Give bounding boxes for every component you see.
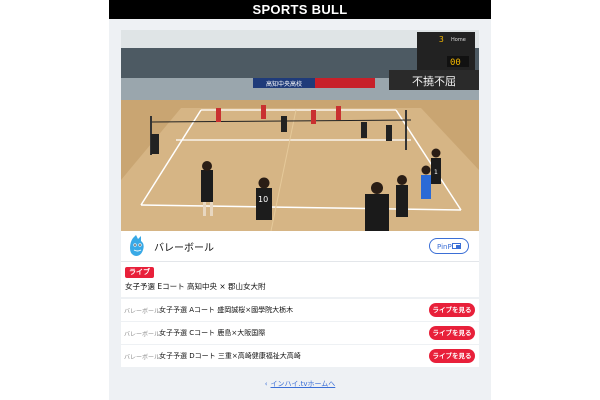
score-away: 00 [450, 58, 461, 68]
player [396, 185, 408, 217]
home-link[interactable]: ‹ インハイ.tvホームへ [109, 379, 491, 389]
player [201, 170, 213, 202]
player [336, 106, 341, 120]
scoreboard-label: Home [451, 37, 466, 43]
player-head [258, 177, 270, 189]
player [216, 108, 221, 122]
player-leg [203, 202, 206, 216]
player-leg [210, 202, 213, 216]
video-player[interactable]: 高知中央高校 不撓不屈 Home 3 00 10 1 [121, 30, 479, 231]
jersey-number: 10 [258, 195, 268, 204]
match-sport: バレーボール [124, 308, 161, 315]
pip-button[interactable]: PinP [429, 238, 469, 254]
match-row[interactable]: バレーボール 女子予選 Cコート 鹿島×大阪国際 ライブを見る [121, 322, 479, 344]
player-10 [256, 188, 272, 220]
site-header: SPORTS BULL [109, 0, 491, 19]
pip-label: PinP [437, 243, 452, 251]
home-link-label[interactable]: インハイ.tvホームへ [271, 380, 336, 388]
sport-card: バレーボール PinP [121, 231, 479, 262]
mascot-icon [130, 235, 144, 256]
brand-logo[interactable]: SPORTS BULL [252, 2, 347, 17]
chevron-left-icon: ‹ [264, 380, 268, 388]
player [386, 125, 392, 141]
player [151, 134, 159, 154]
match-sport: バレーボール [124, 354, 161, 361]
coach-head [371, 182, 383, 194]
video-frame: 高知中央高校 不撓不屈 Home 3 00 10 1 [121, 30, 479, 231]
player [281, 116, 287, 132]
score-home: 3 [439, 35, 444, 44]
player [311, 110, 316, 124]
player [361, 122, 367, 138]
banner-mid [315, 78, 375, 88]
match-row[interactable]: バレーボール 女子予選 Dコート 三重×高崎健康福祉大高崎 ライブを見る [121, 345, 479, 367]
banner-left-text: 高知中央高校 [266, 80, 302, 88]
live-badge: ライブ [125, 267, 154, 278]
match-title[interactable]: 女子予選 Cコート 鹿島×大阪国際 [159, 328, 265, 338]
live-match-title[interactable]: 女子予選 Eコート 高知中央 × 郡山女大附 [125, 281, 266, 292]
match-sport: バレーボール [124, 331, 161, 338]
libero [421, 175, 431, 199]
pip-icon [452, 243, 461, 249]
watch-live-button[interactable]: ライブを見る [429, 349, 475, 363]
watch-live-button[interactable]: ライブを見る [429, 326, 475, 340]
player [261, 105, 266, 119]
match-title[interactable]: 女子予選 Aコート 盛岡誠桜×國學院大栃木 [159, 305, 293, 315]
banner-right-text: 不撓不屈 [412, 75, 456, 88]
match-title[interactable]: 女子予選 Dコート 三重×高崎健康福祉大高崎 [159, 351, 301, 361]
watch-live-button[interactable]: ライブを見る [429, 303, 475, 317]
player-head [421, 165, 431, 175]
coach [365, 194, 389, 231]
sport-title: バレーボール [154, 243, 214, 254]
player-head [431, 148, 441, 158]
player-head [397, 175, 407, 185]
jersey-number: 1 [434, 169, 438, 176]
page-frame: SPORTS BULL 高知中央高校 不撓不屈 Home 3 00 10 1 バ… [109, 0, 491, 400]
match-row[interactable]: バレーボール 女子予選 Aコート 盛岡誠桜×國學院大栃木 ライブを見る [121, 299, 479, 321]
live-now-section[interactable]: ライブ 女子予選 Eコート 高知中央 × 郡山女大附 [121, 262, 479, 297]
player-head [202, 161, 212, 171]
